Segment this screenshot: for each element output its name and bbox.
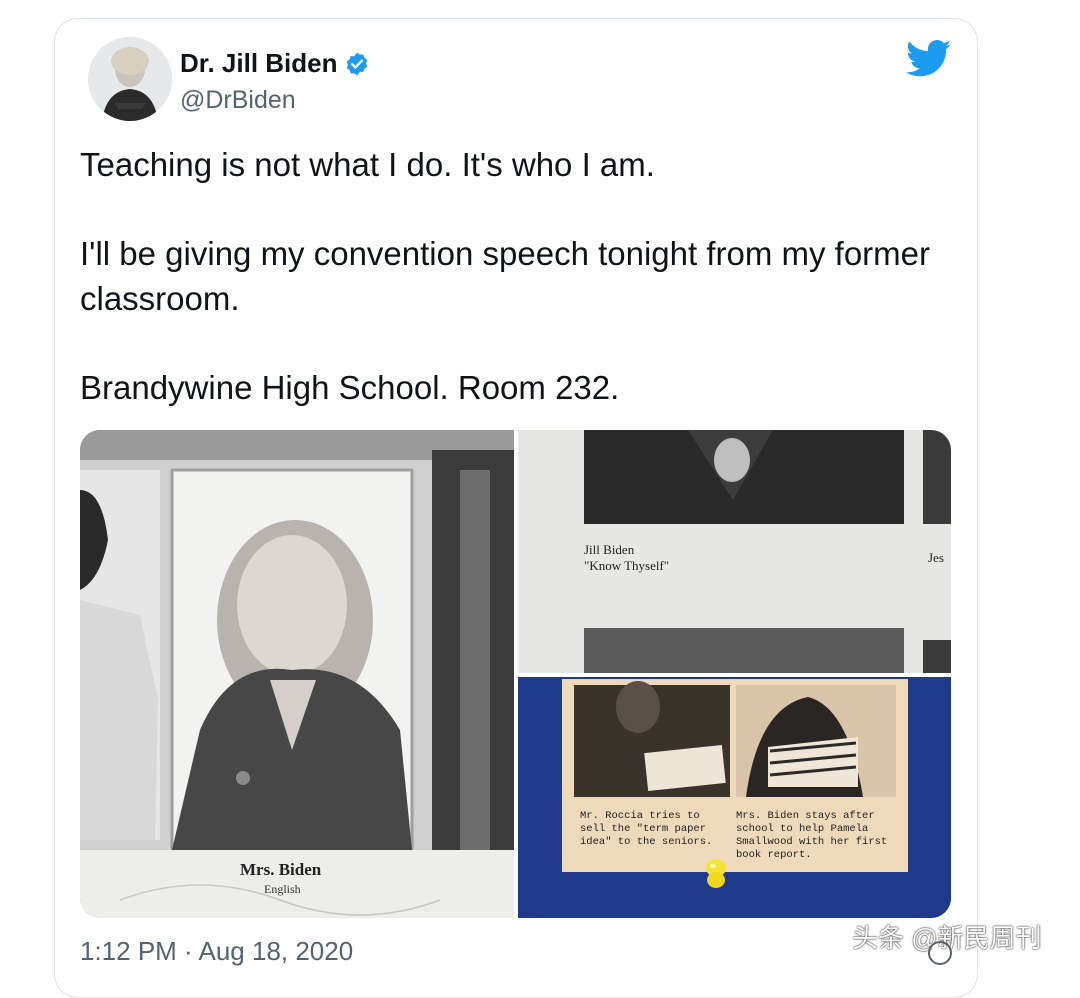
clipping-caption-right: Mrs. Biden stays after school to help Pa… — [736, 810, 888, 861]
yearbook-caption-subject: English — [264, 882, 301, 896]
clipping-board-image — [518, 677, 951, 918]
author-name-row[interactable]: Dr. Jill Biden — [180, 48, 370, 79]
yearbook-quote-image — [518, 430, 951, 673]
yearbook-entry-quote: "Know Thyself" — [584, 558, 670, 573]
tweet-media-grid: Mrs. Biden English Jill Biden "Know Thys… — [80, 430, 951, 918]
yearbook-entry-name: Jill Biden — [584, 542, 635, 557]
info-icon[interactable] — [928, 941, 952, 965]
verified-badge-icon — [346, 52, 367, 75]
author-name[interactable]: Dr. Jill Biden — [180, 48, 338, 79]
tweet-timestamp[interactable]: 1:12 PM · Aug 18, 2020 — [80, 936, 353, 967]
yearbook-entry-partial: Jes — [928, 550, 944, 565]
tweet-paragraph-2: I'll be giving my convention speech toni… — [80, 235, 931, 317]
twitter-bird-icon[interactable] — [906, 40, 952, 78]
tweet-paragraph-3: Brandywine High School. Room 232. — [80, 369, 620, 406]
media-photo-yearbook-clipping[interactable]: Mr. Roccia tries to sell the "term paper… — [518, 677, 951, 918]
media-photo-yearbook-quote[interactable]: Jill Biden "Know Thyself" Jes — [518, 430, 951, 673]
tweet-paragraph-1: Teaching is not what I do. It's who I am… — [80, 146, 655, 183]
yearbook-portrait-image — [80, 430, 514, 918]
push-pin-icon — [706, 859, 726, 888]
clipping-caption-left: Mr. Roccia tries to sell the "term paper… — [580, 810, 713, 848]
author-handle[interactable]: @DrBiden — [180, 86, 296, 115]
tweet-text: Teaching is not what I do. It's who I am… — [80, 142, 940, 410]
yearbook-caption-name: Mrs. Biden — [240, 860, 322, 879]
media-photo-yearbook-portrait[interactable]: Mrs. Biden English — [80, 430, 514, 918]
author-avatar[interactable] — [88, 37, 172, 121]
avatar-image — [88, 37, 172, 121]
